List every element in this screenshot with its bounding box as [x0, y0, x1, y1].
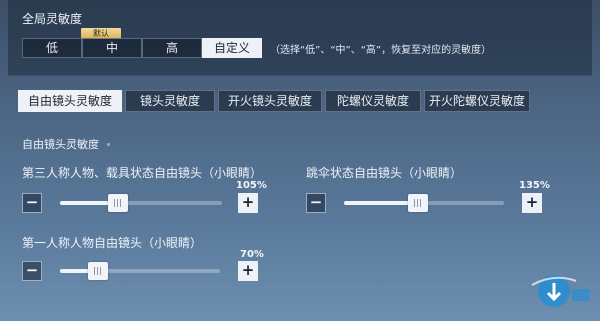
- watermark-logo-icon: [531, 275, 590, 307]
- sensitivity-tabs: 自由镜头灵敏度 镜头灵敏度 开火镜头灵敏度 陀螺仪灵敏度 开火陀螺仪灵敏度: [18, 90, 533, 112]
- global-sensitivity-title: 全局灵敏度: [22, 12, 83, 26]
- slider-third-person-plus-button[interactable]: +: [238, 193, 258, 213]
- slider-parachute-track[interactable]: [344, 194, 504, 212]
- preset-selector: 低 中 高 自定义 （选择“低”、“中”、“高”，恢复至对应的灵敏度）: [22, 38, 491, 58]
- slider-parachute-label: 跳伞状态自由镜头（小眼睛）: [306, 166, 463, 180]
- slider-first-person-handle[interactable]: [88, 262, 109, 280]
- slider-third-person-track[interactable]: [60, 194, 222, 212]
- preset-hint: （选择“低”、“中”、“高”，恢复至对应的灵敏度）: [270, 44, 492, 56]
- divider-dot: [107, 142, 110, 146]
- slider-parachute-handle[interactable]: [407, 194, 428, 212]
- tab-camera[interactable]: 镜头灵敏度: [125, 90, 215, 112]
- tab-fire-camera[interactable]: 开火镜头灵敏度: [218, 90, 322, 112]
- tab-free-camera[interactable]: 自由镜头灵敏度: [18, 90, 122, 112]
- preset-medium-button[interactable]: 中: [82, 38, 142, 58]
- slider-parachute-value: 135%: [519, 180, 550, 191]
- slider-parachute-plus-button[interactable]: +: [522, 193, 542, 213]
- slider-first-person-label: 第一人称人物自由镜头（小眼睛）: [22, 236, 203, 250]
- slider-third-person-handle[interactable]: [108, 194, 129, 212]
- preset-low-button[interactable]: 低: [22, 38, 82, 58]
- free-camera-section-title: 自由镜头灵敏度: [22, 136, 110, 152]
- tab-fire-gyroscope[interactable]: 开火陀螺仪灵敏度: [424, 90, 530, 112]
- slider-first-person-value: 70%: [240, 249, 264, 260]
- free-camera-section-label: 自由镜头灵敏度: [22, 138, 99, 151]
- slider-first-person-minus-button[interactable]: −: [22, 261, 42, 281]
- slider-third-person-minus-button[interactable]: −: [22, 193, 42, 213]
- slider-first-person-plus-button[interactable]: +: [238, 261, 258, 281]
- slider-first-person-track[interactable]: [60, 262, 220, 280]
- slider-third-person-value: 105%: [236, 180, 267, 191]
- preset-custom-button[interactable]: 自定义: [202, 38, 262, 58]
- preset-high-button[interactable]: 高: [142, 38, 202, 58]
- slider-parachute-fill: [344, 201, 418, 205]
- tab-gyroscope[interactable]: 陀螺仪灵敏度: [325, 90, 421, 112]
- slider-parachute-minus-button[interactable]: −: [306, 193, 326, 213]
- slider-third-person-label: 第三人称人物、载具状态自由镜头（小眼睛）: [22, 166, 263, 180]
